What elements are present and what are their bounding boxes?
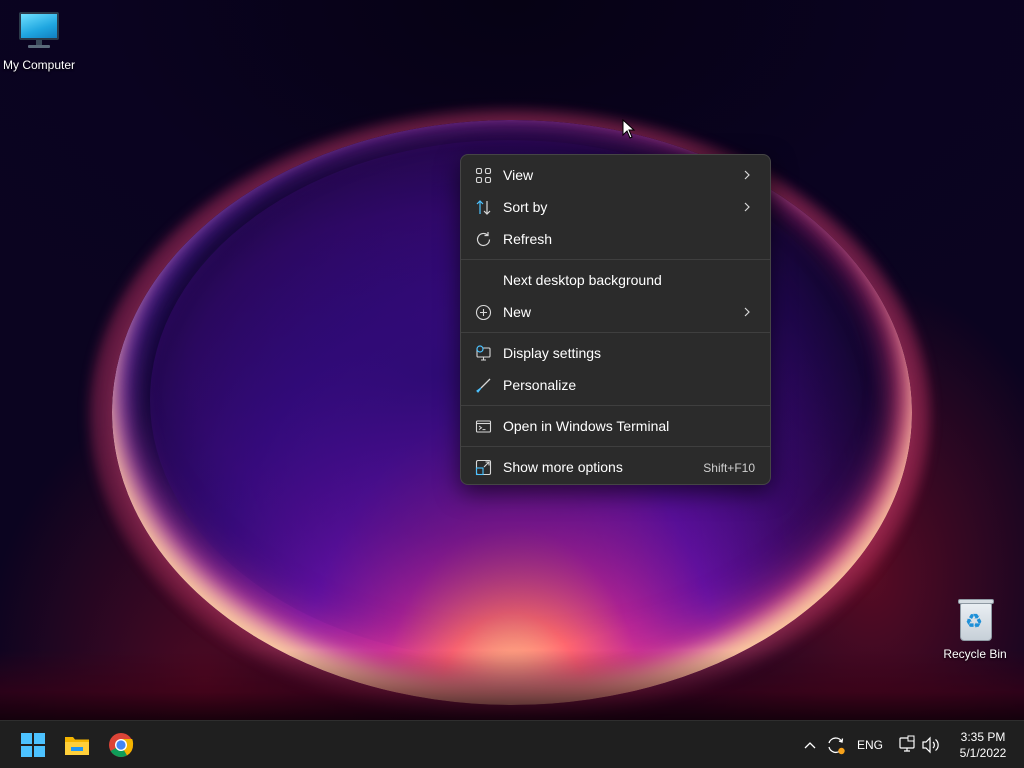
menu-item-label: Personalize bbox=[503, 377, 577, 393]
desktop-icon-my-computer[interactable]: My Computer bbox=[0, 8, 79, 72]
terminal-icon bbox=[475, 420, 492, 433]
mouse-cursor-icon bbox=[622, 119, 636, 139]
menu-item-new[interactable]: New bbox=[465, 296, 766, 328]
menu-item-label: Sort by bbox=[503, 199, 548, 215]
display-settings-icon bbox=[476, 345, 491, 361]
chrome-icon[interactable] bbox=[106, 730, 136, 760]
clock[interactable]: 3:35 PM 5/1/2022 bbox=[950, 729, 1016, 768]
sort-arrows-icon bbox=[476, 200, 491, 215]
refresh-icon bbox=[476, 232, 491, 247]
menu-separator bbox=[461, 446, 770, 447]
menu-item-label: Refresh bbox=[503, 231, 553, 247]
menu-item-label: Open in Windows Terminal bbox=[503, 418, 670, 434]
volume-icon[interactable] bbox=[921, 735, 941, 755]
brush-icon bbox=[476, 378, 491, 393]
menu-item-next-desktop-background[interactable]: Next desktop background bbox=[465, 264, 766, 296]
wallpaper-floor bbox=[0, 650, 1024, 720]
chevron-up-icon[interactable] bbox=[802, 735, 818, 755]
network-icon[interactable] bbox=[897, 735, 917, 755]
file-explorer-icon[interactable] bbox=[62, 730, 92, 760]
menu-item-label: Display settings bbox=[503, 345, 602, 361]
recycle-bin-icon: ♻ bbox=[952, 597, 998, 643]
menu-item-label: View bbox=[503, 167, 534, 183]
menu-item-open-in-windows-terminal[interactable]: Open in Windows Terminal bbox=[465, 410, 766, 442]
menu-item-sort-by[interactable]: Sort by bbox=[465, 191, 766, 223]
windows-start-icon[interactable] bbox=[18, 730, 48, 760]
monitor-icon bbox=[16, 8, 62, 54]
more-options-icon bbox=[475, 459, 492, 476]
menu-separator bbox=[461, 332, 770, 333]
menu-item-label: Show more options bbox=[503, 459, 623, 475]
chevron-right-icon bbox=[744, 170, 750, 180]
language-indicator[interactable]: ENG bbox=[857, 737, 883, 768]
menu-separator bbox=[461, 259, 770, 260]
menu-item-view[interactable]: View bbox=[465, 159, 766, 191]
chevron-right-icon bbox=[744, 307, 750, 317]
sync-status-icon[interactable] bbox=[825, 733, 847, 757]
desktop-icon-recycle-bin[interactable]: ♻ Recycle Bin bbox=[935, 597, 1015, 661]
chevron-right-icon bbox=[744, 202, 750, 212]
desktop-icon-label: My Computer bbox=[2, 58, 76, 72]
menu-item-label: New bbox=[503, 304, 532, 320]
desktop-context-menu: View Sort by Refresh Next desktop backgr… bbox=[460, 154, 771, 485]
clock-date: 5/1/2022 bbox=[959, 746, 1007, 760]
menu-item-display-settings[interactable]: Display settings bbox=[465, 337, 766, 369]
menu-item-show-more-options[interactable]: Show more options Shift+F10 bbox=[465, 451, 766, 483]
menu-item-personalize[interactable]: Personalize bbox=[465, 369, 766, 401]
menu-item-label: Next desktop background bbox=[503, 272, 662, 288]
taskbar: ENG 3:35 PM 5/1/2022 bbox=[0, 720, 1024, 768]
clock-time: 3:35 PM bbox=[960, 730, 1006, 744]
add-circle-icon bbox=[475, 304, 492, 321]
menu-item-refresh[interactable]: Refresh bbox=[465, 223, 766, 255]
desktop-icon-label: Recycle Bin bbox=[943, 647, 1007, 661]
menu-item-shortcut: Shift+F10 bbox=[703, 461, 755, 475]
menu-separator bbox=[461, 405, 770, 406]
view-grid-icon bbox=[475, 167, 492, 184]
